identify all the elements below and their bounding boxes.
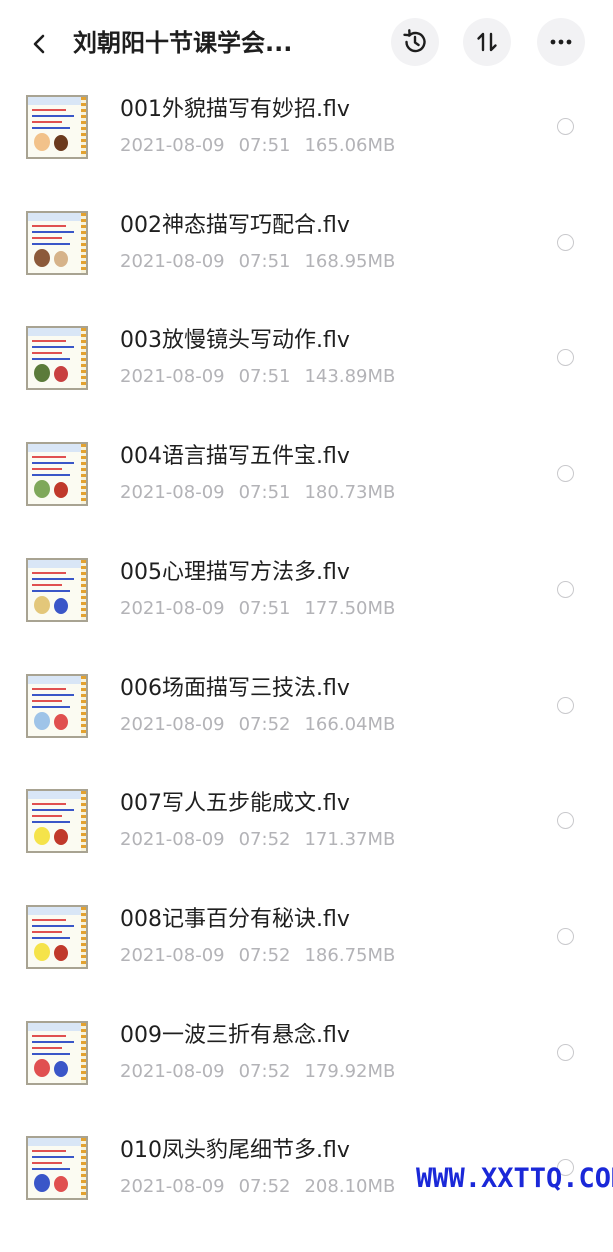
file-meta: 2021-08-09 07:52 208.10MB [120, 1174, 409, 1200]
top-bar: 刘朝阳十节课学会... [0, 0, 613, 86]
file-row[interactable]: 009一波三折有悬念.flv 2021-08-09 07:52 179.92MB [0, 1021, 613, 1137]
file-name: 008记事百分有秘诀.flv [120, 907, 350, 932]
file-row[interactable]: 004语言描写五件宝.flv 2021-08-09 07:51 180.73MB [0, 442, 613, 558]
file-name: 007写人五步能成文.flv [120, 791, 350, 816]
file-meta: 2021-08-09 07:52 179.92MB [120, 1059, 409, 1085]
file-size: 168.95MB [304, 251, 396, 272]
history-icon [403, 29, 426, 53]
file-row[interactable]: 005心理描写方法多.flv 2021-08-09 07:51 177.50MB [0, 558, 613, 674]
video-thumbnail [26, 674, 88, 738]
file-row[interactable]: 008记事百分有秘诀.flv 2021-08-09 07:52 186.75MB [0, 905, 613, 1021]
chevron-left-icon [33, 34, 45, 54]
file-row[interactable]: 003放慢镜头写动作.flv 2021-08-09 07:51 143.89MB [0, 326, 613, 442]
file-meta: 2021-08-09 07:51 168.95MB [120, 249, 409, 275]
file-row[interactable]: 001外貌描写有妙招.flv 2021-08-09 07:51 165.06MB [0, 95, 613, 211]
file-list: 001外貌描写有妙招.flv 2021-08-09 07:51 165.06MB 002… [0, 0, 613, 1200]
file-size: 179.92MB [304, 1061, 396, 1082]
file-row[interactable]: 007写人五步能成文.flv 2021-08-09 07:52 171.37MB [0, 789, 613, 905]
file-meta: 2021-08-09 07:52 171.37MB [120, 827, 409, 853]
file-size: 208.10MB [304, 1176, 396, 1197]
file-meta: 2021-08-09 07:51 165.06MB [120, 133, 409, 159]
file-time: 07:51 [238, 251, 291, 272]
file-date: 2021-08-09 [120, 366, 225, 387]
select-checkbox[interactable] [557, 1044, 574, 1061]
file-name: 006场面描写三技法.flv [120, 676, 350, 701]
select-checkbox[interactable] [557, 812, 574, 829]
file-date: 2021-08-09 [120, 251, 225, 272]
file-size: 177.50MB [304, 598, 396, 619]
file-size: 165.06MB [304, 135, 396, 156]
file-time: 07:51 [238, 366, 291, 387]
file-meta: 2021-08-09 07:51 180.73MB [120, 480, 409, 506]
history-button[interactable] [391, 18, 439, 66]
file-name: 004语言描写五件宝.flv [120, 444, 350, 469]
file-meta: 2021-08-09 07:52 186.75MB [120, 943, 409, 969]
select-checkbox[interactable] [557, 465, 574, 482]
file-size: 143.89MB [304, 366, 396, 387]
video-thumbnail [26, 95, 88, 159]
video-thumbnail [26, 789, 88, 853]
file-name: 002神态描写巧配合.flv [120, 213, 350, 238]
file-date: 2021-08-09 [120, 829, 225, 850]
select-checkbox[interactable] [557, 697, 574, 714]
video-thumbnail [26, 905, 88, 969]
video-thumbnail [26, 442, 88, 506]
file-name: 005心理描写方法多.flv [120, 560, 350, 585]
file-meta: 2021-08-09 07:51 177.50MB [120, 596, 409, 622]
back-button[interactable] [22, 26, 58, 62]
select-checkbox[interactable] [557, 118, 574, 135]
file-size: 166.04MB [304, 714, 396, 735]
sort-button[interactable] [463, 18, 511, 66]
file-time: 07:52 [238, 829, 291, 850]
file-time: 07:51 [238, 482, 291, 503]
video-thumbnail [26, 211, 88, 275]
file-time: 07:52 [238, 945, 291, 966]
sort-icon [477, 32, 497, 52]
file-size: 186.75MB [304, 945, 396, 966]
file-date: 2021-08-09 [120, 945, 225, 966]
file-size: 171.37MB [304, 829, 396, 850]
file-date: 2021-08-09 [120, 714, 225, 735]
video-thumbnail [26, 326, 88, 390]
file-meta: 2021-08-09 07:51 143.89MB [120, 364, 409, 390]
select-checkbox[interactable] [557, 581, 574, 598]
file-time: 07:52 [238, 1176, 291, 1197]
video-thumbnail [26, 1021, 88, 1085]
file-date: 2021-08-09 [120, 1061, 225, 1082]
file-row[interactable]: 002神态描写巧配合.flv 2021-08-09 07:51 168.95MB [0, 211, 613, 327]
file-name: 001外貌描写有妙招.flv [120, 97, 350, 122]
file-time: 07:51 [238, 598, 291, 619]
folder-title: 刘朝阳十节课学会... [73, 29, 293, 57]
select-checkbox[interactable] [557, 234, 574, 251]
select-checkbox[interactable] [557, 349, 574, 366]
file-time: 07:52 [238, 1061, 291, 1082]
more-button[interactable] [537, 18, 585, 66]
video-thumbnail [26, 558, 88, 622]
file-name: 010凤头豹尾细节多.flv [120, 1138, 350, 1163]
file-date: 2021-08-09 [120, 135, 225, 156]
file-date: 2021-08-09 [120, 1176, 225, 1197]
file-date: 2021-08-09 [120, 598, 225, 619]
select-checkbox[interactable] [557, 928, 574, 945]
file-name: 009一波三折有悬念.flv [120, 1023, 350, 1048]
file-row[interactable]: 006场面描写三技法.flv 2021-08-09 07:52 166.04MB [0, 674, 613, 790]
video-thumbnail [26, 1136, 88, 1200]
file-name: 003放慢镜头写动作.flv [120, 328, 350, 353]
file-meta: 2021-08-09 07:52 166.04MB [120, 712, 409, 738]
more-dots-icon [550, 39, 572, 45]
file-time: 07:51 [238, 135, 291, 156]
file-time: 07:52 [238, 714, 291, 735]
watermark-text: WWW.XXTTQ.COM [416, 1163, 613, 1194]
file-size: 180.73MB [304, 482, 396, 503]
file-date: 2021-08-09 [120, 482, 225, 503]
